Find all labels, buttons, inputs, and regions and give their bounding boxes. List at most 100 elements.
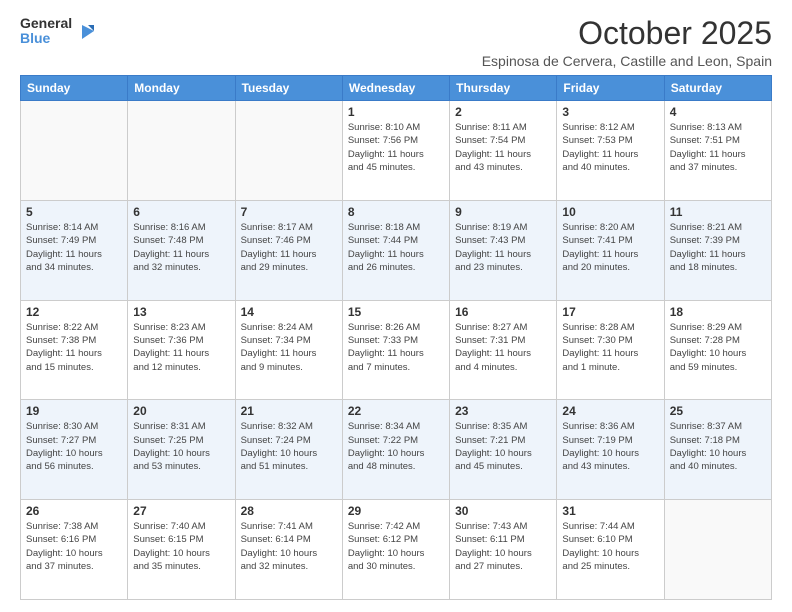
calendar-cell: 9 Sunrise: 8:19 AM Sunset: 7:43 PM Daylig… [450,200,557,300]
calendar-cell: 20Sunrise: 8:31 AM Sunset: 7:25 PM Dayli… [128,400,235,500]
calendar-cell: 31 Sunrise: 7:44 AM Sunset: 6:10 PM Dayli… [557,500,664,600]
calendar-cell: 16 Sunrise: 8:27 AM Sunset: 7:31 PM Dayli… [450,300,557,400]
day-info: Sunrise: 7:38 AM Sunset: 6:16 PM Dayligh… [26,520,122,573]
day-number: 15 [348,305,444,319]
day-info: Sunrise: 8:19 AM Sunset: 7:43 PM Dayligh… [455,221,551,274]
calendar-cell: 27 Sunrise: 7:40 AM Sunset: 6:15 PM Dayli… [128,500,235,600]
calendar-cell: 30Sunrise: 7:43 AM Sunset: 6:11 PM Dayli… [450,500,557,600]
day-info: Sunrise: 8:34 AM Sunset: 7:22 PM Dayligh… [348,420,444,473]
day-number: 16 [455,305,551,319]
weekday-tuesday: Tuesday [235,76,342,101]
calendar-cell: 22 Sunrise: 8:34 AM Sunset: 7:22 PM Dayli… [342,400,449,500]
day-number: 5 [26,205,122,219]
day-number: 14 [241,305,337,319]
calendar-table: SundayMondayTuesdayWednesdayThursdayFrid… [20,75,772,600]
calendar-cell: 23Sunrise: 8:35 AM Sunset: 7:21 PM Dayli… [450,400,557,500]
calendar-cell: 4 Sunrise: 8:13 AM Sunset: 7:51 PM Daylig… [664,101,771,201]
day-number: 1 [348,105,444,119]
calendar-cell [235,101,342,201]
day-info: Sunrise: 8:13 AM Sunset: 7:51 PM Dayligh… [670,121,766,174]
day-info: Sunrise: 8:29 AM Sunset: 7:28 PM Dayligh… [670,321,766,374]
header: General Blue October 2025 Espinosa de Ce… [20,16,772,69]
title-block: October 2025 Espinosa de Cervera, Castil… [482,16,772,69]
calendar-cell: 24Sunrise: 8:36 AM Sunset: 7:19 PM Dayli… [557,400,664,500]
day-info: Sunrise: 8:16 AM Sunset: 7:48 PM Dayligh… [133,221,229,274]
calendar-cell: 7 Sunrise: 8:17 AM Sunset: 7:46 PM Daylig… [235,200,342,300]
calendar-cell: 6Sunrise: 8:16 AM Sunset: 7:48 PM Daylig… [128,200,235,300]
day-info: Sunrise: 8:21 AM Sunset: 7:39 PM Dayligh… [670,221,766,274]
logo: General Blue [20,16,98,47]
calendar-week-5: 26 Sunrise: 7:38 AM Sunset: 6:16 PM Dayli… [21,500,772,600]
weekday-header-row: SundayMondayTuesdayWednesdayThursdayFrid… [21,76,772,101]
weekday-monday: Monday [128,76,235,101]
weekday-friday: Friday [557,76,664,101]
day-info: Sunrise: 8:32 AM Sunset: 7:24 PM Dayligh… [241,420,337,473]
day-info: Sunrise: 8:10 AM Sunset: 7:56 PM Dayligh… [348,121,444,174]
calendar-cell [664,500,771,600]
calendar-cell: 15 Sunrise: 8:26 AM Sunset: 7:33 PM Dayli… [342,300,449,400]
day-info: Sunrise: 8:24 AM Sunset: 7:34 PM Dayligh… [241,321,337,374]
day-info: Sunrise: 8:27 AM Sunset: 7:31 PM Dayligh… [455,321,551,374]
calendar-cell [21,101,128,201]
calendar-cell: 14 Sunrise: 8:24 AM Sunset: 7:34 PM Dayli… [235,300,342,400]
calendar-week-2: 5Sunrise: 8:14 AM Sunset: 7:49 PM Daylig… [21,200,772,300]
day-info: Sunrise: 8:23 AM Sunset: 7:36 PM Dayligh… [133,321,229,374]
calendar-cell: 13Sunrise: 8:23 AM Sunset: 7:36 PM Dayli… [128,300,235,400]
weekday-thursday: Thursday [450,76,557,101]
calendar-cell: 18Sunrise: 8:29 AM Sunset: 7:28 PM Dayli… [664,300,771,400]
calendar-cell: 3 Sunrise: 8:12 AM Sunset: 7:53 PM Daylig… [557,101,664,201]
day-number: 21 [241,404,337,418]
weekday-saturday: Saturday [664,76,771,101]
calendar-cell: 25Sunrise: 8:37 AM Sunset: 7:18 PM Dayli… [664,400,771,500]
day-info: Sunrise: 7:42 AM Sunset: 6:12 PM Dayligh… [348,520,444,573]
day-number: 23 [455,404,551,418]
logo-general: General [20,16,72,31]
location: Espinosa de Cervera, Castille and Leon, … [482,53,772,69]
day-number: 12 [26,305,122,319]
calendar-cell: 19Sunrise: 8:30 AM Sunset: 7:27 PM Dayli… [21,400,128,500]
calendar-cell [128,101,235,201]
day-number: 9 [455,205,551,219]
weekday-sunday: Sunday [21,76,128,101]
day-info: Sunrise: 7:40 AM Sunset: 6:15 PM Dayligh… [133,520,229,573]
day-info: Sunrise: 8:18 AM Sunset: 7:44 PM Dayligh… [348,221,444,274]
calendar-cell: 12 Sunrise: 8:22 AM Sunset: 7:38 PM Dayli… [21,300,128,400]
day-info: Sunrise: 8:31 AM Sunset: 7:25 PM Dayligh… [133,420,229,473]
day-info: Sunrise: 8:12 AM Sunset: 7:53 PM Dayligh… [562,121,658,174]
day-number: 17 [562,305,658,319]
day-info: Sunrise: 8:17 AM Sunset: 7:46 PM Dayligh… [241,221,337,274]
day-number: 11 [670,205,766,219]
calendar-cell: 1 Sunrise: 8:10 AM Sunset: 7:56 PM Daylig… [342,101,449,201]
calendar-cell: 8 Sunrise: 8:18 AM Sunset: 7:44 PM Daylig… [342,200,449,300]
day-number: 3 [562,105,658,119]
weekday-wednesday: Wednesday [342,76,449,101]
calendar-cell: 5Sunrise: 8:14 AM Sunset: 7:49 PM Daylig… [21,200,128,300]
day-info: Sunrise: 8:37 AM Sunset: 7:18 PM Dayligh… [670,420,766,473]
day-info: Sunrise: 8:22 AM Sunset: 7:38 PM Dayligh… [26,321,122,374]
day-number: 27 [133,504,229,518]
calendar-cell: 11 Sunrise: 8:21 AM Sunset: 7:39 PM Dayli… [664,200,771,300]
calendar-cell: 17 Sunrise: 8:28 AM Sunset: 7:30 PM Dayli… [557,300,664,400]
day-number: 26 [26,504,122,518]
day-number: 2 [455,105,551,119]
day-number: 24 [562,404,658,418]
logo-blue: Blue [20,31,72,46]
day-info: Sunrise: 8:26 AM Sunset: 7:33 PM Dayligh… [348,321,444,374]
day-info: Sunrise: 8:20 AM Sunset: 7:41 PM Dayligh… [562,221,658,274]
day-number: 4 [670,105,766,119]
day-number: 8 [348,205,444,219]
day-number: 22 [348,404,444,418]
day-info: Sunrise: 8:30 AM Sunset: 7:27 PM Dayligh… [26,420,122,473]
calendar-cell: 21 Sunrise: 8:32 AM Sunset: 7:24 PM Dayli… [235,400,342,500]
calendar-cell: 26 Sunrise: 7:38 AM Sunset: 6:16 PM Dayli… [21,500,128,600]
calendar-week-4: 19Sunrise: 8:30 AM Sunset: 7:27 PM Dayli… [21,400,772,500]
day-number: 31 [562,504,658,518]
calendar-week-3: 12 Sunrise: 8:22 AM Sunset: 7:38 PM Dayli… [21,300,772,400]
month-title: October 2025 [482,16,772,51]
day-info: Sunrise: 7:41 AM Sunset: 6:14 PM Dayligh… [241,520,337,573]
logo-triangle-icon [76,21,98,43]
day-info: Sunrise: 8:28 AM Sunset: 7:30 PM Dayligh… [562,321,658,374]
day-number: 30 [455,504,551,518]
day-number: 7 [241,205,337,219]
day-info: Sunrise: 7:44 AM Sunset: 6:10 PM Dayligh… [562,520,658,573]
